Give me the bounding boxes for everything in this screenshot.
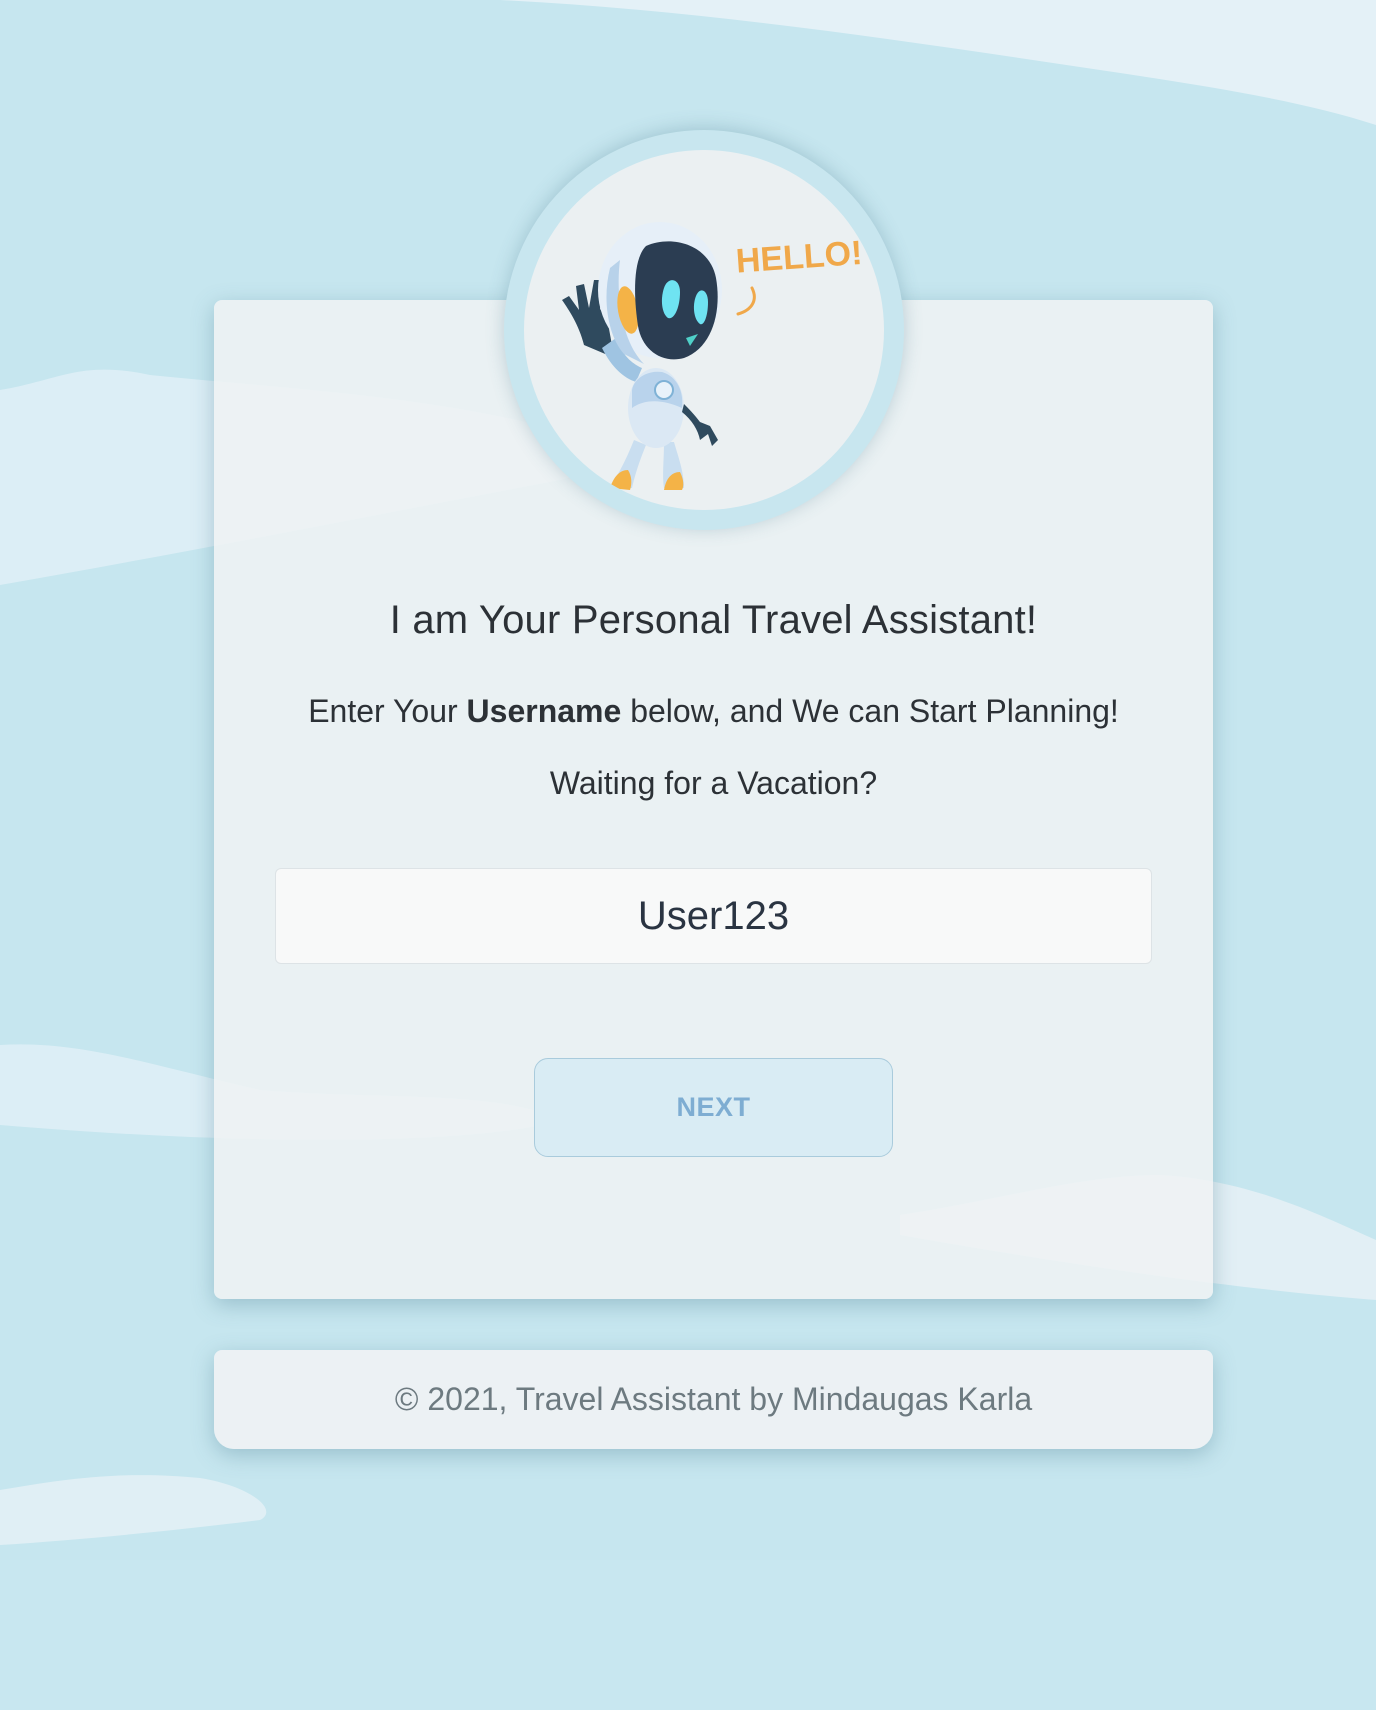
footer: © 2021, Travel Assistant by Mindaugas Ka… [214,1350,1213,1449]
copyright-text: © 2021, Travel Assistant by Mindaugas Ka… [394,1381,1033,1417]
instruction-text-username: Username [466,693,622,729]
waving-robot-icon: HELLO! [562,222,864,490]
instruction-text: Enter Your Username below, and We can St… [214,693,1213,730]
vacation-question: Waiting for a Vacation? [549,765,878,801]
page-title: I am Your Personal Travel Assistant! [389,598,1038,642]
hello-speech-text: HELLO! [735,234,864,281]
instruction-text-end: below, and We can Start Planning! [621,693,1119,729]
username-input[interactable] [275,868,1152,964]
avatar-frame: HELLO! [524,150,884,510]
next-button[interactable]: NEXT [534,1058,893,1157]
instruction-text-start: Enter Your [308,693,467,729]
avatar: HELLO! [504,130,904,530]
